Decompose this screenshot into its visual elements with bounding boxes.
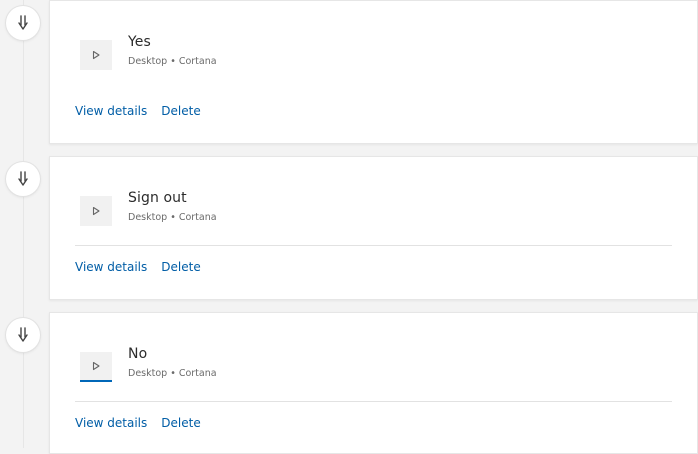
- activity-actions: View details Delete: [75, 416, 201, 430]
- view-details-link[interactable]: View details: [75, 104, 147, 118]
- view-details-link[interactable]: View details: [75, 416, 147, 430]
- divider: [75, 245, 672, 246]
- voice-input-icon: [6, 162, 40, 196]
- activity-subtitle: Desktop • Cortana: [128, 56, 217, 67]
- activity-card: Sign out Desktop • Cortana View details …: [49, 156, 698, 300]
- play-icon[interactable]: [80, 40, 112, 70]
- activity-subtitle: Desktop • Cortana: [128, 368, 217, 379]
- activity-title: Yes: [128, 34, 151, 50]
- voice-input-icon: [6, 318, 40, 352]
- view-details-link[interactable]: View details: [75, 260, 147, 274]
- activity-actions: View details Delete: [75, 104, 201, 118]
- activity-actions: View details Delete: [75, 260, 201, 274]
- delete-link[interactable]: Delete: [161, 416, 200, 430]
- activity-title: Sign out: [128, 190, 187, 206]
- divider: [75, 401, 672, 402]
- delete-link[interactable]: Delete: [161, 104, 200, 118]
- timeline-line: [23, 0, 24, 448]
- activity-subtitle: Desktop • Cortana: [128, 212, 217, 223]
- activity-title: No: [128, 346, 148, 362]
- activity-card: Yes Desktop • Cortana View details Delet…: [49, 0, 698, 144]
- activity-card: No Desktop • Cortana View details Delete: [49, 312, 698, 454]
- play-icon[interactable]: [80, 196, 112, 226]
- play-icon[interactable]: [80, 352, 112, 382]
- voice-input-icon: [6, 6, 40, 40]
- delete-link[interactable]: Delete: [161, 260, 200, 274]
